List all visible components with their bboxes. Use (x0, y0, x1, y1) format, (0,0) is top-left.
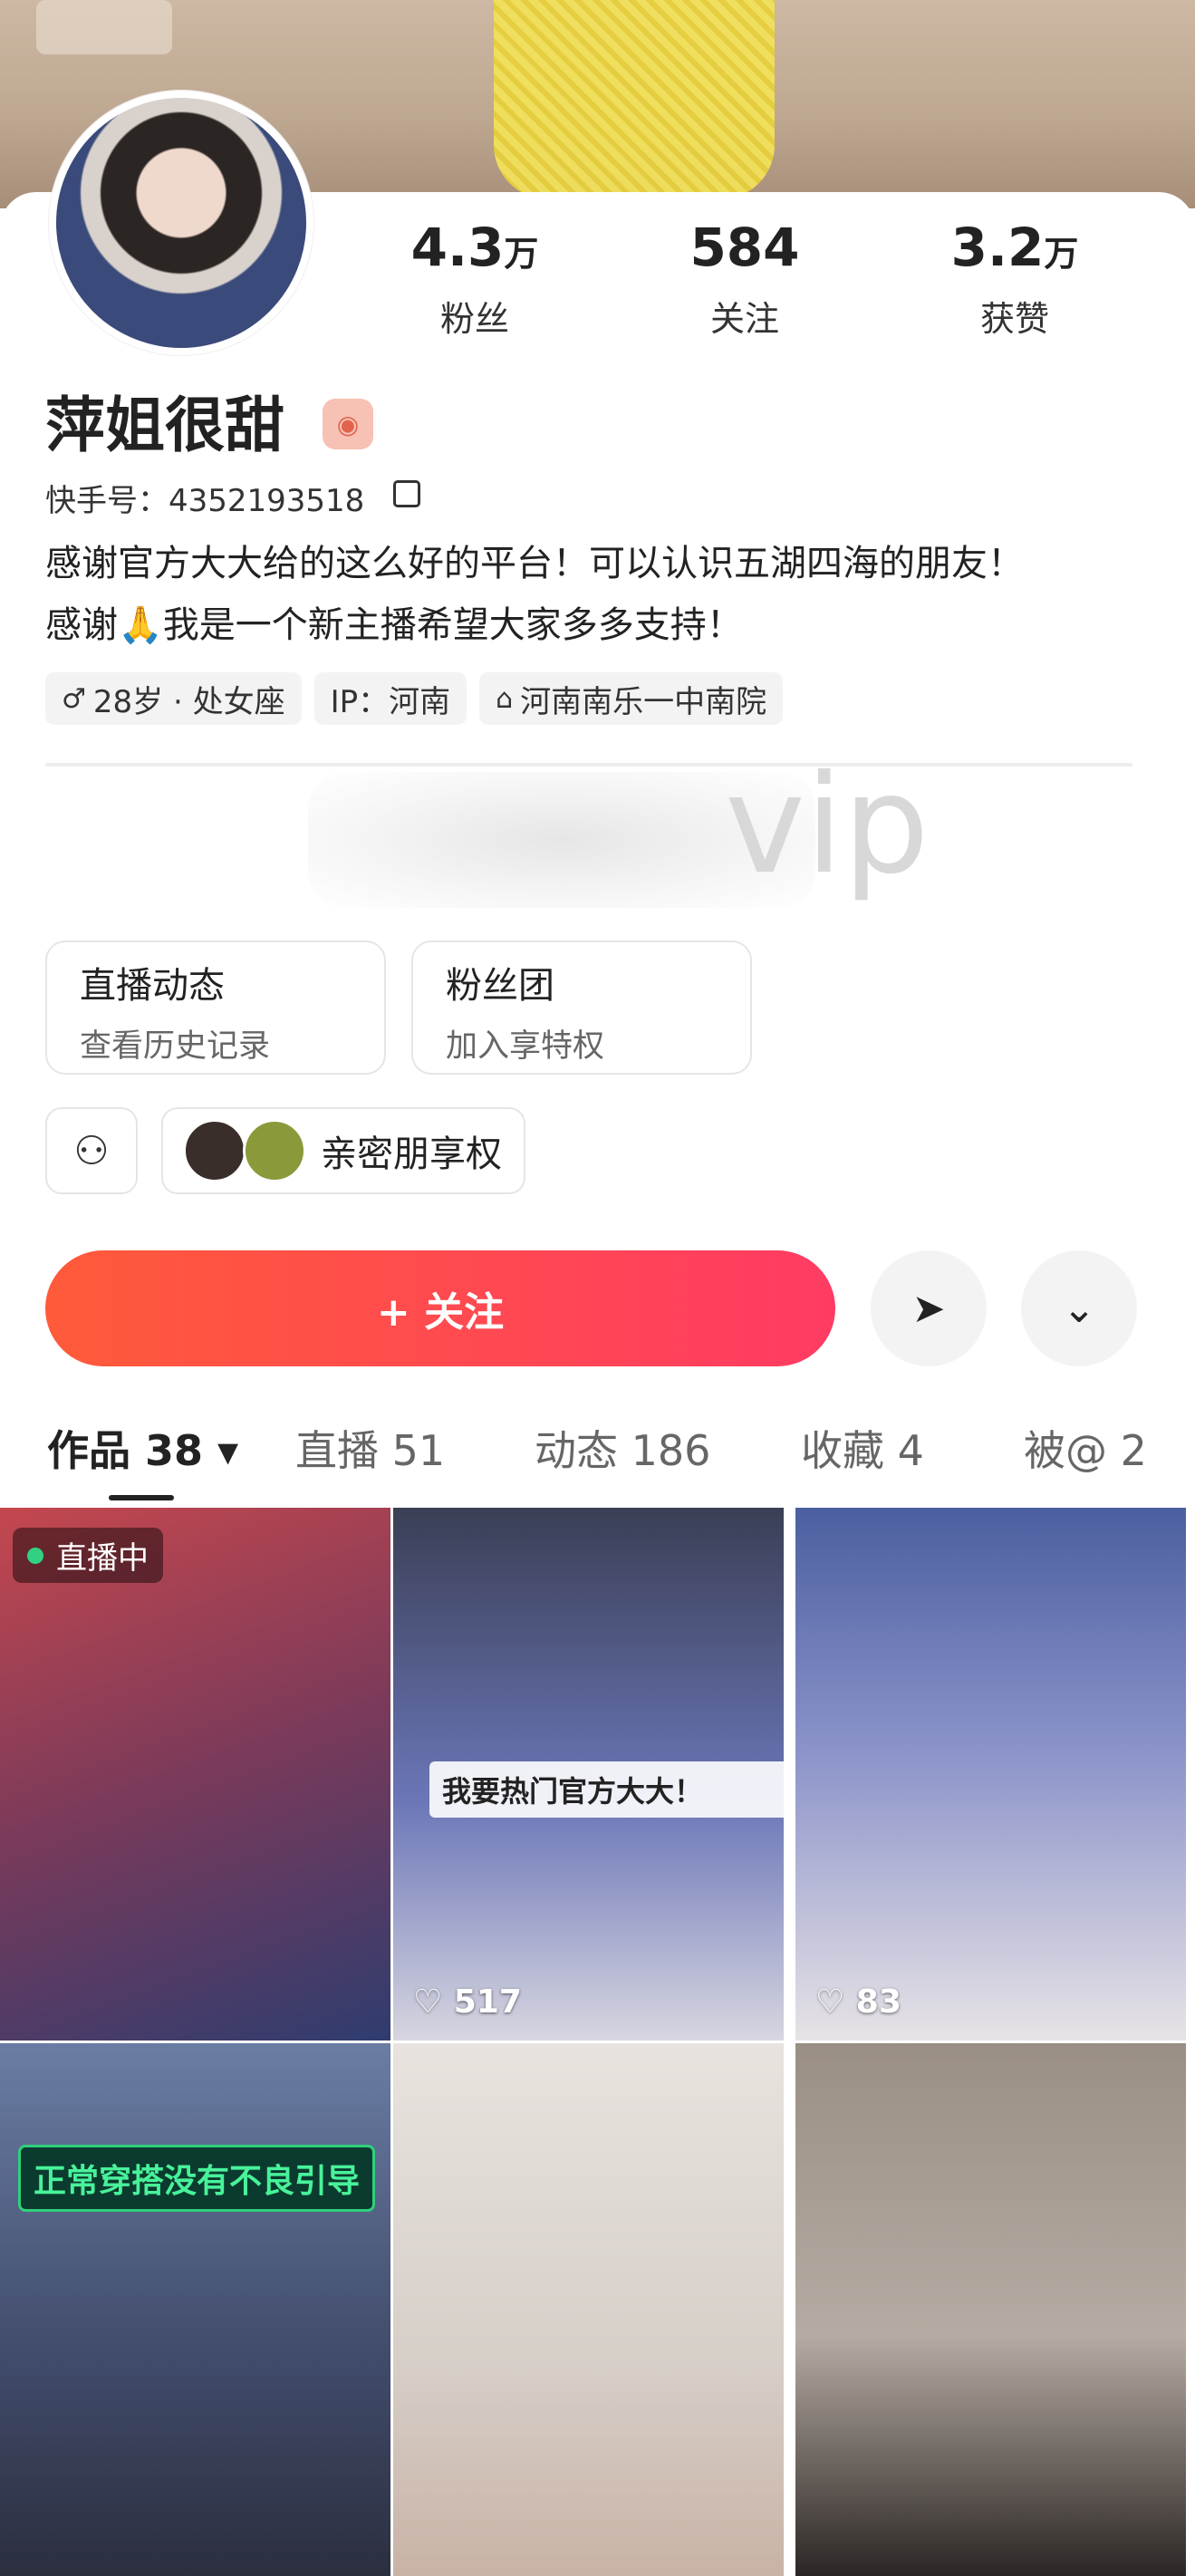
stat-label: 粉丝 (439, 299, 509, 339)
chevron-down-icon: ⌄ (1062, 1285, 1096, 1332)
follow-button[interactable]: + 关注 (45, 1250, 835, 1366)
stat-fans[interactable]: 4.3万 粉丝 (375, 217, 574, 341)
tab-mentioned[interactable]: 被@ 2 (1024, 1418, 1147, 1478)
share-button[interactable]: ➤ (871, 1250, 987, 1366)
video-caption: 正常穿搭没有不良引导 (18, 2145, 376, 2212)
kuaishou-id: 快手号：4352193518 (45, 483, 365, 519)
copy-icon[interactable] (393, 480, 420, 507)
tag-age: ♂ 28岁 · 处女座 (45, 672, 302, 725)
gender-icon: ♂ (62, 682, 86, 715)
stat-label: 获赞 (979, 299, 1049, 339)
video-caption: 我要热门官方大大！ (429, 1761, 784, 1818)
cover-figure (36, 0, 172, 54)
like-count: ♡ 517 (413, 1983, 522, 2021)
stat-likes[interactable]: 3.2万 获赞 (915, 217, 1114, 341)
tag-ip: IP：河南 (313, 672, 467, 725)
watermark: vip (725, 747, 930, 904)
stat-label: 关注 (709, 299, 779, 339)
live-dot-icon (27, 1547, 43, 1564)
tab-favorites[interactable]: 收藏 4 (801, 1418, 924, 1478)
friend-avatar (183, 1119, 246, 1182)
tab-live[interactable]: 直播 51 (295, 1418, 445, 1478)
add-friend-icon: ⚇ (73, 1127, 110, 1174)
grid-item[interactable]: 我要热门官方大大！ ♡ 517 (393, 1508, 784, 2041)
more-button[interactable]: ⌄ (1021, 1250, 1137, 1366)
content-tabs: 作品 38 ▾ 直播 51 动态 186 收藏 4 被@ 2 (0, 1418, 1195, 1481)
entry-title: 直播动态 (80, 965, 225, 1007)
grid-item[interactable]: 正常穿搭没有不良引导 (0, 2043, 390, 2576)
live-activity-entry[interactable]: 直播动态 查看历史记录 (45, 941, 386, 1075)
stat-following[interactable]: 584 关注 (645, 217, 844, 341)
active-tab-indicator (109, 1495, 174, 1500)
close-friends-button[interactable]: 亲密朋享权 (161, 1107, 525, 1194)
profile-bio: 感谢官方大大给的这么好的平台！可以认识五湖四海的朋友！ 感谢🙏我是一个新主播希望… (45, 533, 1160, 656)
like-count: ♡ 83 (815, 1983, 901, 2021)
grid-item[interactable]: 直播中 (0, 1508, 390, 2041)
entry-title: 粉丝团 (446, 965, 554, 1007)
verified-badge-icon: ◉ (323, 399, 373, 449)
entry-subtitle: 查看历史记录 (80, 1028, 271, 1065)
tag-school[interactable]: ⌂ 河南南乐一中南院 (479, 672, 784, 725)
profile-tags: ♂ 28岁 · 处女座 IP：河南 ⌂ 河南南乐一中南院 (45, 672, 784, 725)
grid-item[interactable] (393, 2043, 784, 2576)
profile-name: 萍姐很甜 (45, 391, 284, 460)
tab-works[interactable]: 作品 38 ▾ (47, 1418, 238, 1478)
divider (45, 763, 1132, 767)
grid-item[interactable] (795, 2043, 1186, 2576)
bio-line: 感谢官方大大给的这么好的平台！可以认识五湖四海的朋友！ (45, 543, 1024, 584)
cover-figure-dress (494, 0, 775, 199)
send-icon: ➤ (911, 1285, 946, 1332)
live-badge: 直播中 (13, 1528, 163, 1583)
profile-card: 4.3万 粉丝 584 关注 3.2万 获赞 萍姐很甜 ◉ 快手号：435219… (0, 91, 1195, 2576)
friend-avatar (243, 1119, 306, 1182)
grid-item[interactable]: ♡ 83 (795, 1508, 1186, 2041)
add-friend-button[interactable]: ⚇ (45, 1107, 138, 1194)
school-icon: ⌂ (496, 682, 514, 715)
avatar[interactable] (49, 91, 313, 355)
tab-moments[interactable]: 动态 186 (535, 1418, 710, 1478)
bio-line: 感谢🙏我是一个新主播希望大家多多支持！ (45, 604, 743, 646)
entry-subtitle: 加入享特权 (446, 1028, 605, 1065)
friends-label: 亲密朋享权 (321, 1134, 502, 1175)
fan-club-entry[interactable]: 粉丝团 加入享特权 (411, 941, 752, 1075)
